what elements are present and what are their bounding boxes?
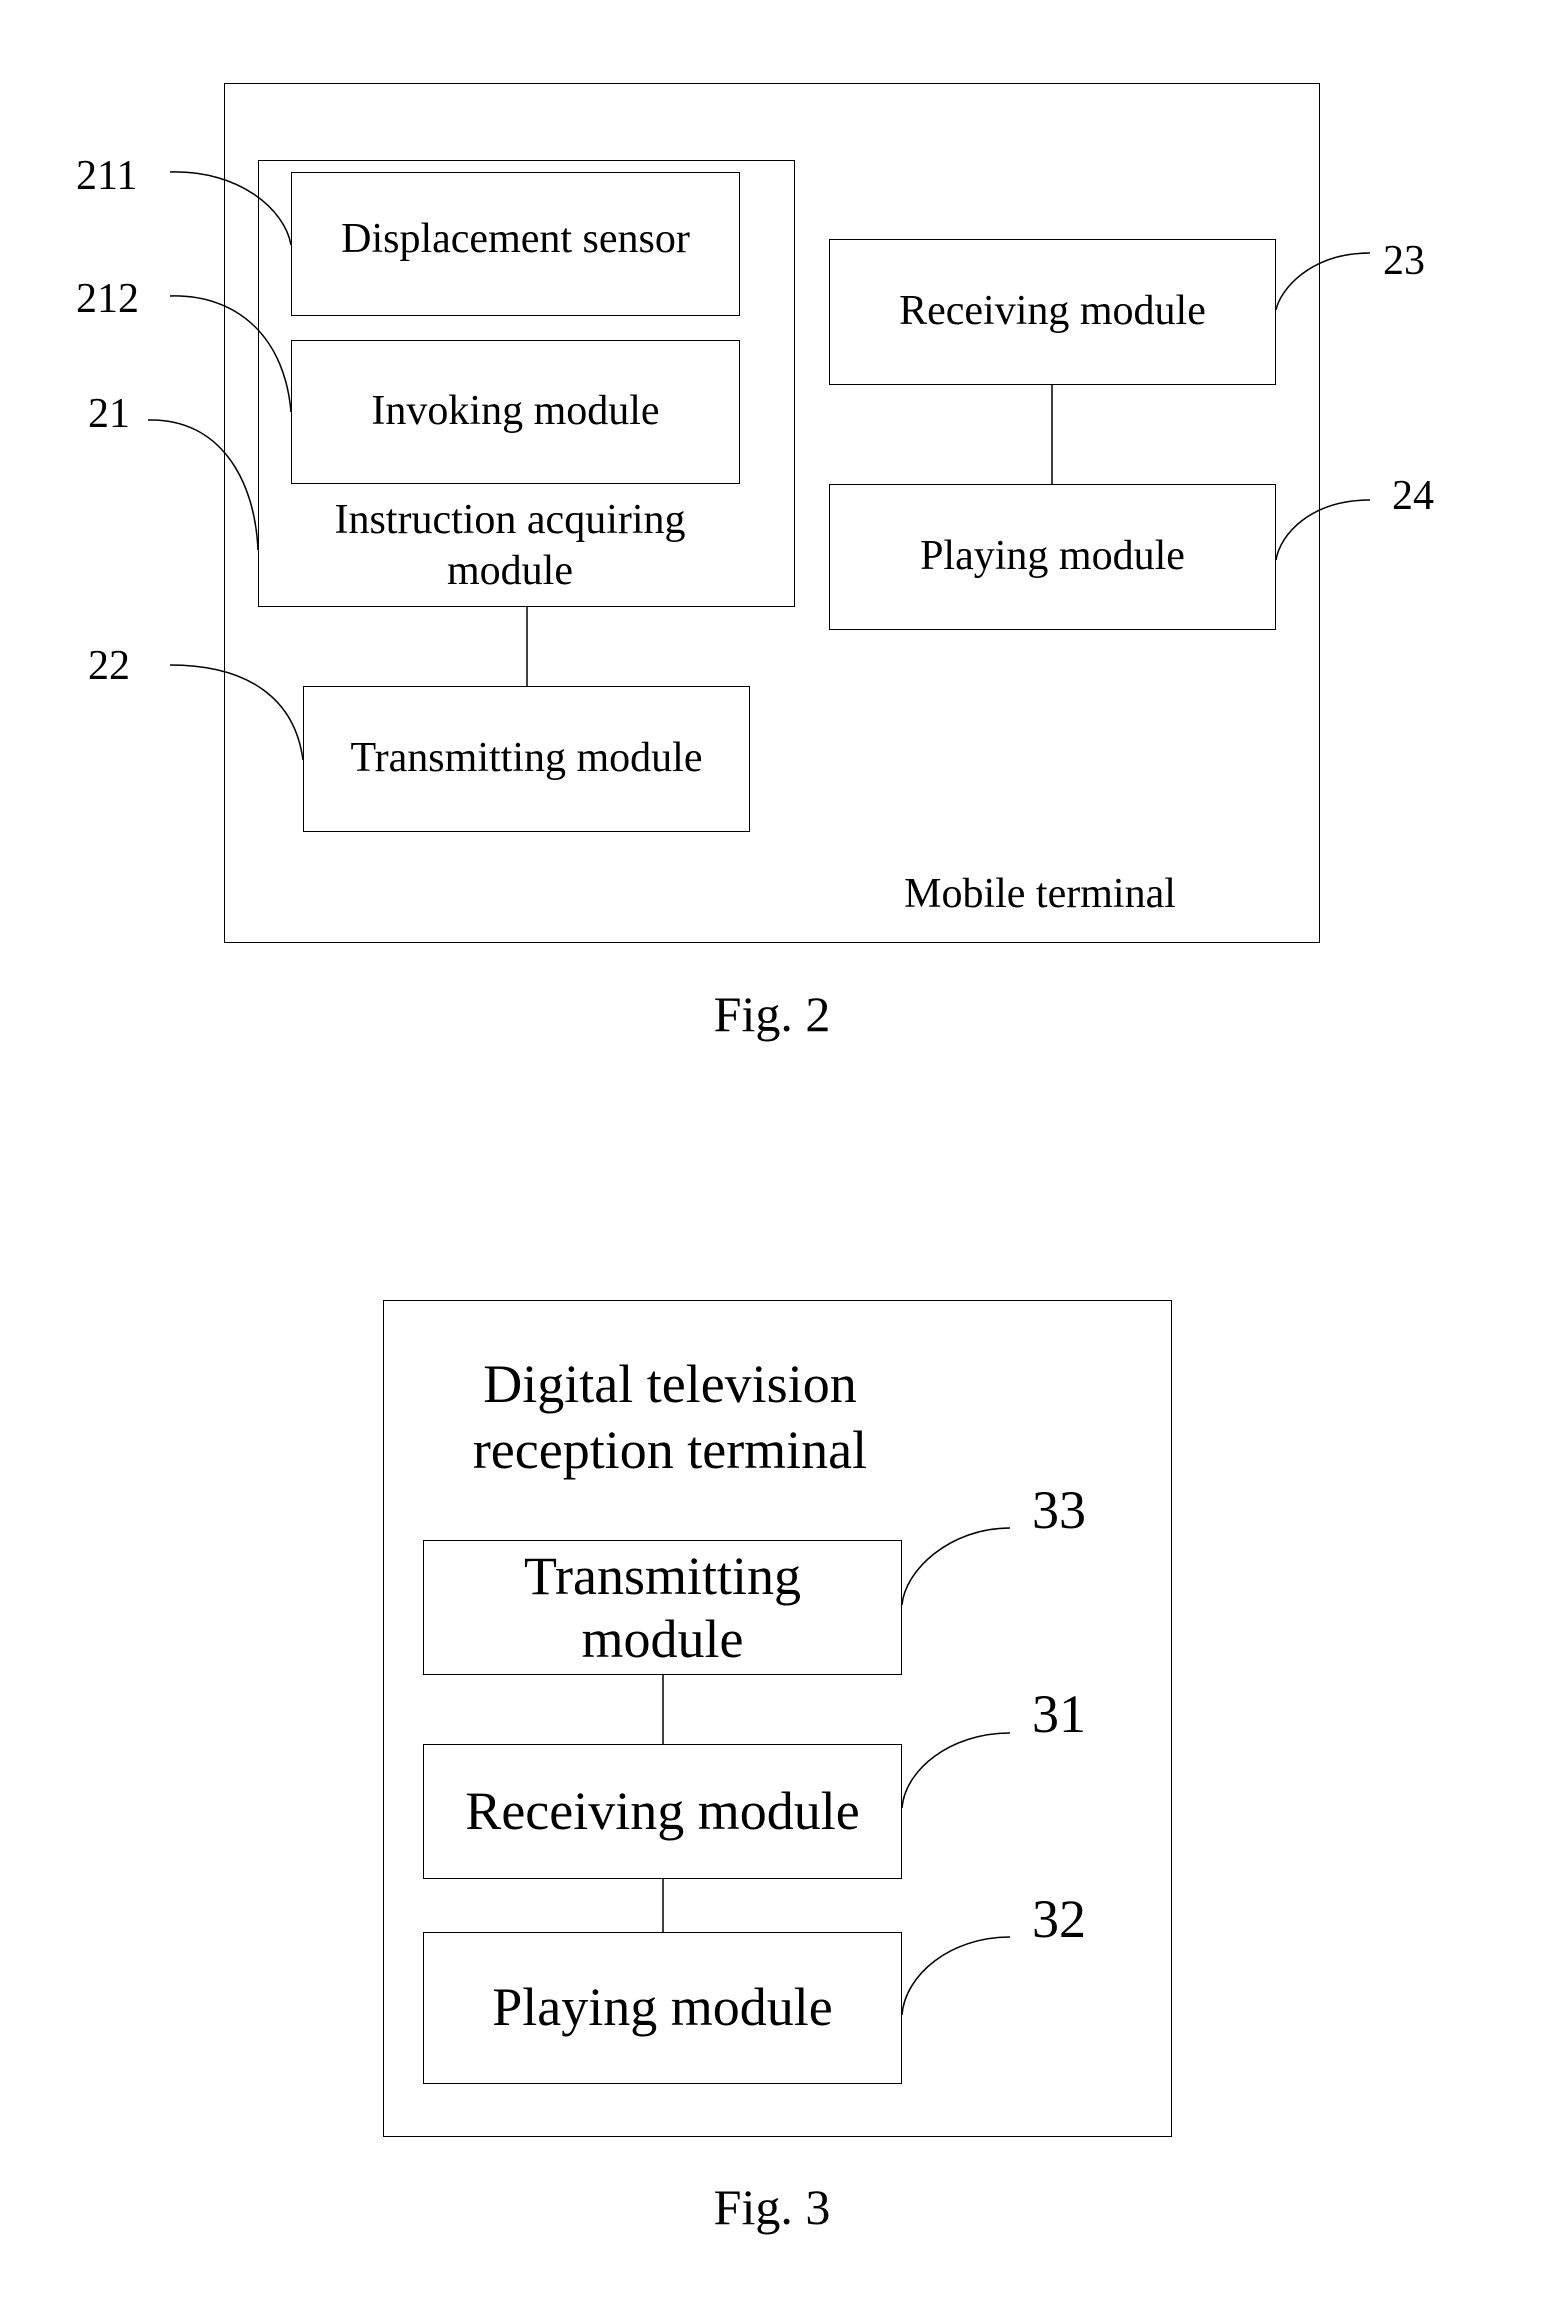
dtv-reception-terminal-label: Digital television reception terminal bbox=[472, 1354, 868, 1480]
f3-receiving-module-label: Receiving module bbox=[465, 1780, 860, 1841]
transmitting-module-label: Transmitting module bbox=[350, 735, 703, 782]
displacement-sensor-label: Displacement sensor bbox=[341, 216, 690, 263]
f3-transmitting-module-label: Transmitting module bbox=[523, 1546, 802, 1669]
playing-module-label: Playing module bbox=[920, 533, 1185, 580]
ref-21: 21 bbox=[88, 391, 130, 437]
figure-3-caption: Fig. 3 bbox=[713, 2179, 831, 2235]
ref-22: 22 bbox=[88, 643, 130, 689]
ref-23: 23 bbox=[1383, 238, 1425, 284]
ref-32: 32 bbox=[1032, 1889, 1086, 1949]
ref-24: 24 bbox=[1392, 473, 1434, 519]
mobile-terminal-label: Mobile terminal bbox=[904, 871, 1176, 918]
receiving-module-label: Receiving module bbox=[899, 288, 1206, 335]
instruction-acquiring-module-label: Instruction acquiring module bbox=[334, 496, 686, 594]
figure-2-caption: Fig. 2 bbox=[713, 986, 831, 1042]
invoking-module-label: Invoking module bbox=[371, 388, 660, 435]
ref-211: 211 bbox=[76, 153, 138, 199]
f3-playing-module-label: Playing module bbox=[492, 1977, 833, 2038]
ref-31: 31 bbox=[1032, 1684, 1086, 1744]
ref-33: 33 bbox=[1032, 1480, 1086, 1540]
ref-212: 212 bbox=[76, 276, 139, 322]
